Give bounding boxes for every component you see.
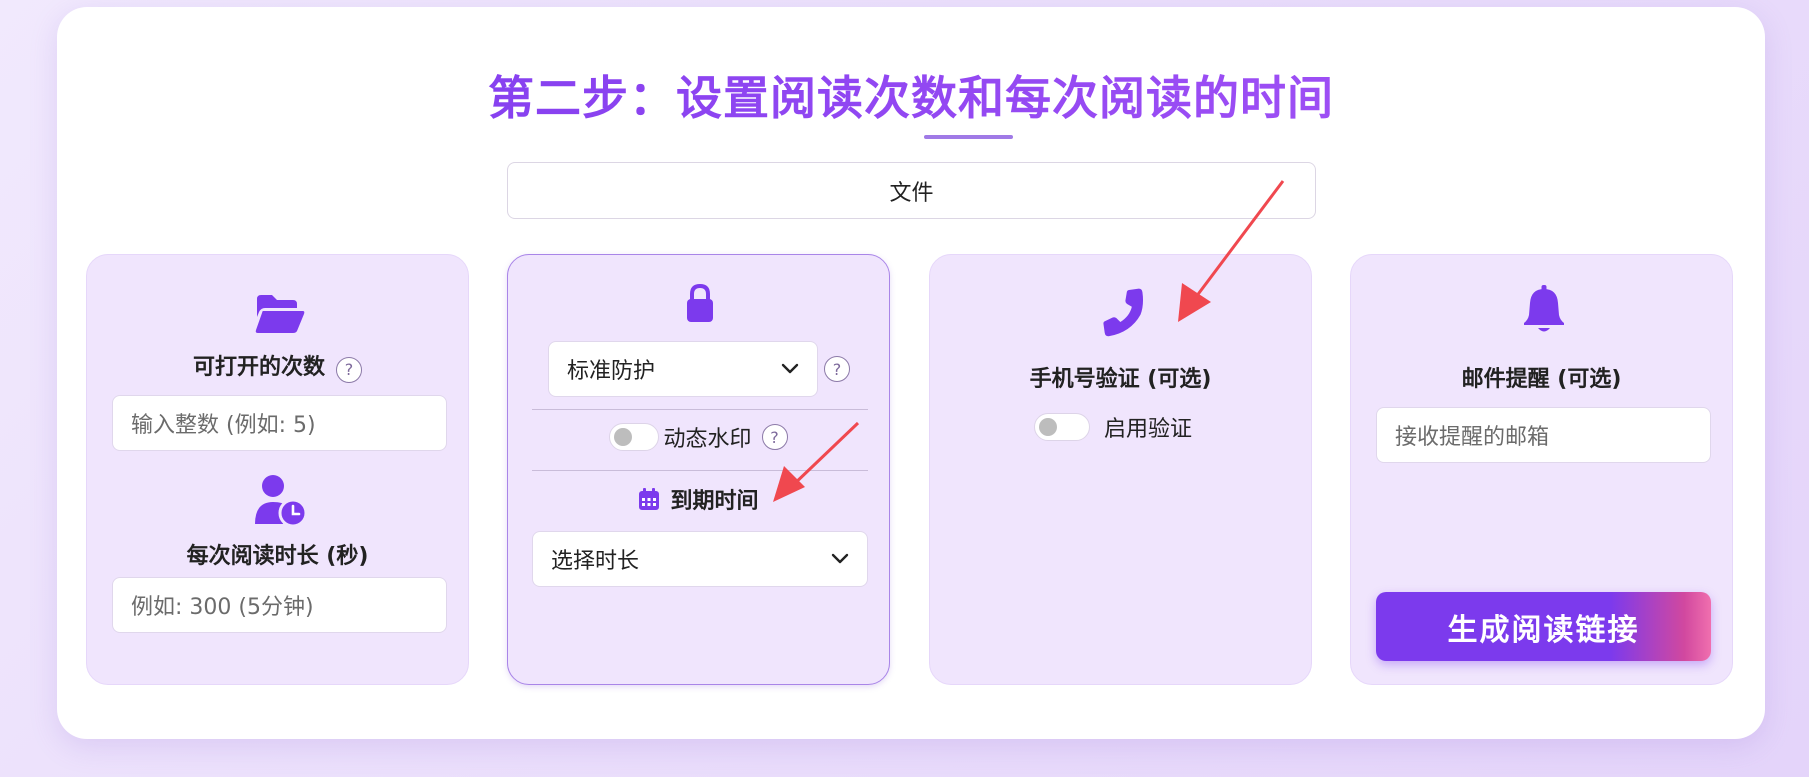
- bell-icon: [1522, 285, 1566, 335]
- open-count-panel: 可打开的次数 ? 输入整数 (例如: 5) 每次阅读时长 (秒) 例如: 300…: [86, 254, 469, 685]
- divider: [532, 470, 868, 471]
- user-clock-icon: [253, 474, 307, 528]
- title-underline: [924, 135, 1013, 139]
- divider: [532, 409, 868, 410]
- page-title: 第二步：设置阅读次数和每次阅读的时间: [57, 62, 1765, 128]
- phone-icon: [1098, 287, 1148, 337]
- chevron-down-icon: [781, 363, 799, 375]
- watermark-help-icon[interactable]: ?: [761, 424, 788, 450]
- folder-open-icon: [253, 293, 305, 335]
- generate-link-button[interactable]: 生成阅读链接: [1376, 592, 1711, 661]
- open-count-label-row: 可打开的次数 ?: [87, 349, 468, 383]
- duration-placeholder: 例如: 300 (5分钟): [131, 595, 314, 620]
- chevron-down-icon: [831, 553, 849, 565]
- main-card: 第二步：设置阅读次数和每次阅读的时间 文件 可打开的次数 ? 输入整数 (例如:…: [57, 7, 1765, 739]
- file-selector[interactable]: 文件: [507, 162, 1316, 219]
- phone-verify-toggle[interactable]: [1034, 413, 1090, 441]
- watermark-toggle[interactable]: [609, 423, 660, 451]
- protection-help-icon[interactable]: ?: [824, 356, 850, 382]
- open-count-input[interactable]: 输入整数 (例如: 5): [112, 395, 447, 451]
- protection-level-select[interactable]: 标准防护: [548, 341, 818, 397]
- calendar-icon: [638, 487, 660, 511]
- phone-toggle-row: 启用验证: [1034, 411, 1192, 443]
- expiry-value: 选择时长: [551, 549, 640, 574]
- expiry-select[interactable]: 选择时长: [532, 531, 868, 587]
- phone-label-row: 手机号验证 (可选): [930, 361, 1311, 393]
- email-input[interactable]: 接收提醒的邮箱: [1376, 407, 1711, 463]
- file-label: 文件: [889, 180, 934, 206]
- watermark-label: 动态水印: [663, 427, 752, 452]
- duration-label: 每次阅读时长 (秒): [186, 544, 369, 569]
- expiry-label: 到期时间: [670, 489, 759, 514]
- expiry-label-row: 到期时间: [508, 483, 889, 515]
- phone-toggle-label: 启用验证: [1104, 417, 1193, 442]
- duration-label-row: 每次阅读时长 (秒): [87, 538, 468, 570]
- email-placeholder: 接收提醒的邮箱: [1395, 425, 1550, 450]
- generate-link-label: 生成阅读链接: [1447, 612, 1640, 648]
- email-panel: 邮件提醒 (可选) 接收提醒的邮箱 生成阅读链接: [1350, 254, 1733, 685]
- duration-input[interactable]: 例如: 300 (5分钟): [112, 577, 447, 633]
- open-count-placeholder: 输入整数 (例如: 5): [131, 413, 316, 438]
- email-reminder-label: 邮件提醒 (可选): [1461, 367, 1622, 392]
- watermark-row: 动态水印 ?: [508, 421, 889, 453]
- protection-panel: 标准防护 ? 动态水印 ? 到期时间 选择时长: [507, 254, 890, 685]
- phone-panel: 手机号验证 (可选) 启用验证: [929, 254, 1312, 685]
- lock-icon: [686, 283, 714, 323]
- protection-level-value: 标准防护: [567, 359, 656, 384]
- email-label-row: 邮件提醒 (可选): [1351, 361, 1732, 393]
- open-count-help-icon[interactable]: ?: [336, 356, 363, 383]
- phone-verify-label: 手机号验证 (可选): [1029, 367, 1212, 392]
- open-count-label: 可打开的次数: [192, 355, 325, 380]
